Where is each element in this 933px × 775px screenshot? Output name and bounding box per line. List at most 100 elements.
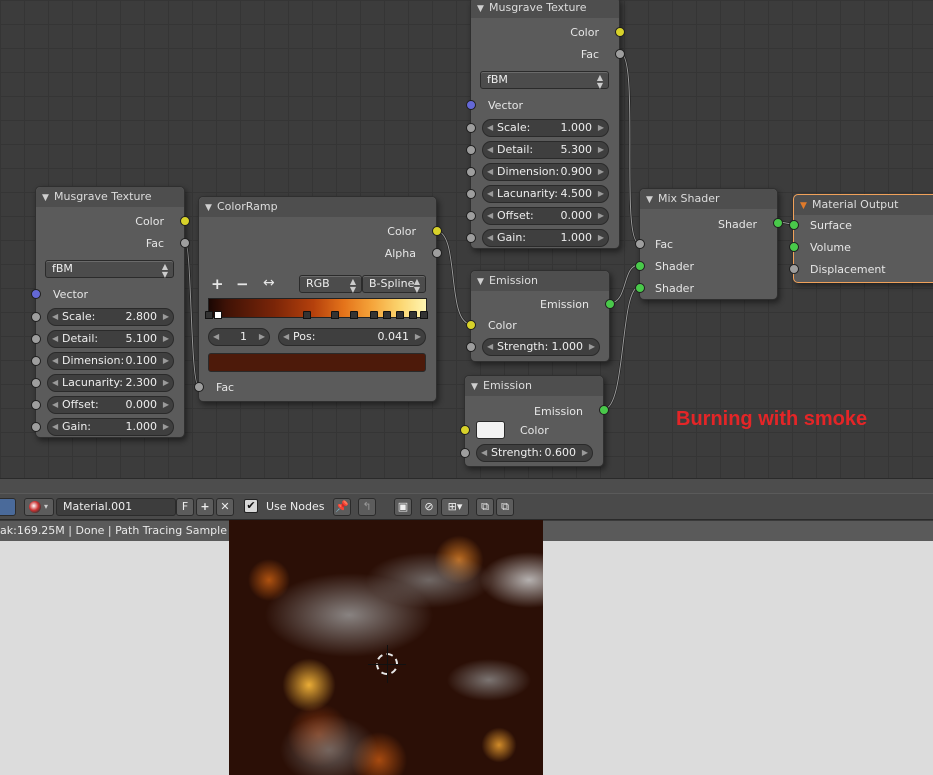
add-stop-button[interactable]: + [211,275,224,293]
new-material-button[interactable]: + [196,498,214,516]
input-vector-socket[interactable] [31,289,41,299]
input-offset-socket[interactable] [31,400,41,410]
input-lacunarity-socket[interactable] [466,189,476,199]
input-volume-socket[interactable] [789,242,799,252]
arrow-icon[interactable]: ▶ [598,186,604,202]
material-output-node[interactable]: ▼ Material Output Surface Volume Displace… [789,194,933,283]
lacunarity-field[interactable]: ◀ Lacunarity: 2.300 ▶ [47,374,174,392]
color-ramp-gradient[interactable] [205,298,428,319]
scale-field[interactable]: ◀ Scale: 2.800 ▶ [47,308,174,326]
arrow-icon[interactable]: ▶ [163,375,169,391]
material-browse-button[interactable]: ▾ [24,498,54,516]
collapse-triangle-icon[interactable]: ▼ [42,189,54,207]
color-stop-marker[interactable] [213,311,222,319]
output-fac-socket[interactable] [615,49,625,59]
stop-color-swatch[interactable] [208,353,426,372]
color-stop-marker[interactable] [419,311,428,319]
input-vector-socket[interactable] [466,100,476,110]
arrow-icon[interactable]: ◀ [52,397,58,413]
output-color-socket[interactable] [615,27,625,37]
snap-button[interactable]: ⊞▾ [441,498,469,516]
editor-type-icon[interactable] [0,498,16,516]
node-header[interactable]: ▼ ColorRamp [199,197,436,217]
color-stop-marker[interactable] [382,311,391,319]
arrow-icon[interactable]: ◀ [487,208,493,224]
musgrave-texture-node-top[interactable]: ▼ Musgrave Texture Color Fac fBM ▲ ▼ Vector… [466,0,625,249]
node-header[interactable]: ▼ Mix Shader [640,189,777,209]
input-dimension-socket[interactable] [31,356,41,366]
area-divider[interactable] [0,478,933,494]
collapse-triangle-icon[interactable]: ▼ [800,197,812,215]
active-stop-index-field[interactable]: ◀ 1 ▶ [208,328,270,346]
arrow-icon[interactable]: ▶ [598,120,604,136]
arrow-icon[interactable]: ▶ [163,397,169,413]
arrow-icon[interactable]: ◀ [487,186,493,202]
emission-color-swatch[interactable] [476,421,505,439]
fake-user-button[interactable]: F [176,498,194,516]
input-shader-2-socket[interactable] [635,283,645,293]
unlink-material-button[interactable]: ✕ [216,498,234,516]
mix-shader-node[interactable]: ▼ Mix Shader Shader Fac Shader Shader [635,188,783,300]
color-stop-marker[interactable] [408,311,417,319]
collapse-triangle-icon[interactable]: ▼ [205,199,217,217]
input-shader-1-socket[interactable] [635,261,645,271]
input-lacunarity-socket[interactable] [31,378,41,388]
input-scale-socket[interactable] [466,123,476,133]
backdrop-button[interactable]: ▣ [394,498,412,516]
dimension-field[interactable]: ◀ Dimension: 0.100 ▶ [47,352,174,370]
gain-field[interactable]: ◀ Gain: 1.000 ▶ [482,229,609,247]
arrow-icon[interactable]: ▶ [598,142,604,158]
input-scale-socket[interactable] [31,312,41,322]
arrow-icon[interactable]: ▶ [163,353,169,369]
input-fac-socket[interactable] [635,239,645,249]
input-color-socket[interactable] [466,320,476,330]
arrow-icon[interactable]: ◀ [487,120,493,136]
arrow-icon[interactable]: ◀ [487,142,493,158]
copy-nodes-button[interactable]: ⧉ [476,498,494,516]
strength-field[interactable]: ◀ Strength: 1.000 ▶ [482,338,600,356]
input-detail-socket[interactable] [31,334,41,344]
output-emission-socket[interactable] [605,299,615,309]
stop-position-field[interactable]: ◀ Pos: 0.041 ▶ [278,328,426,346]
scale-field[interactable]: ◀ Scale: 1.000 ▶ [482,119,609,137]
arrow-icon[interactable]: ▶ [163,331,169,347]
interpolation-select[interactable]: B-Spline ▲ ▼ [362,275,426,294]
use-nodes-checkbox[interactable]: ✔ [244,499,258,513]
color-stop-marker[interactable] [205,311,213,319]
color-stop-marker[interactable] [302,311,311,319]
node-header[interactable]: ▼ Emission [465,376,603,396]
strength-field[interactable]: ◀ Strength: 0.600 ▶ [476,444,593,462]
color-stop-marker[interactable] [330,311,339,319]
input-gain-socket[interactable] [466,233,476,243]
paste-nodes-button[interactable]: ⧉ [496,498,514,516]
color-stop-marker[interactable] [369,311,378,319]
flip-ramp-button[interactable]: ↔ [263,275,275,291]
collapse-triangle-icon[interactable]: ▼ [477,0,489,18]
emission-node-2[interactable]: ▼ Emission Emission Color ◀ Strength: 0.600… [460,375,609,467]
collapse-triangle-icon[interactable]: ▼ [646,191,658,209]
musgrave-texture-node-left[interactable]: ▼ Musgrave Texture Color Fac fBM ▲ ▼ Vector… [31,186,190,438]
detail-field[interactable]: ◀ Detail: 5.100 ▶ [47,330,174,348]
color-stop-marker[interactable] [395,311,404,319]
arrow-icon[interactable]: ◀ [52,375,58,391]
arrow-icon[interactable]: ▶ [163,419,169,435]
node-header[interactable]: ▼ Emission [471,271,609,291]
arrow-icon[interactable]: ◀ [487,230,493,246]
node-header[interactable]: ▼ Material Output [794,195,933,215]
arrow-icon[interactable]: ◀ [52,309,58,325]
output-fac-socket[interactable] [180,238,190,248]
offset-field[interactable]: ◀ Offset: 0.000 ▶ [482,207,609,225]
output-color-socket[interactable] [432,226,442,236]
output-emission-socket[interactable] [599,405,609,415]
node-header[interactable]: ▼ Musgrave Texture [471,0,619,18]
colorramp-node[interactable]: ▼ ColorRamp Color Alpha + − ↔ RGB ▲ ▼ B-Spl… [194,196,442,402]
detail-field[interactable]: ◀ Detail: 5.300 ▶ [482,141,609,159]
arrow-icon[interactable]: ◀ [52,331,58,347]
auto-offset-button[interactable]: ⊘ [420,498,438,516]
musgrave-type-select[interactable]: fBM ▲ ▼ [480,71,609,90]
3d-cursor-icon[interactable] [368,645,406,683]
emission-node-1[interactable]: ▼ Emission Emission Color ◀ Strength: 1.000… [466,270,615,362]
input-detail-socket[interactable] [466,145,476,155]
arrow-icon[interactable]: ▶ [598,230,604,246]
gain-field[interactable]: ◀ Gain: 1.000 ▶ [47,418,174,436]
